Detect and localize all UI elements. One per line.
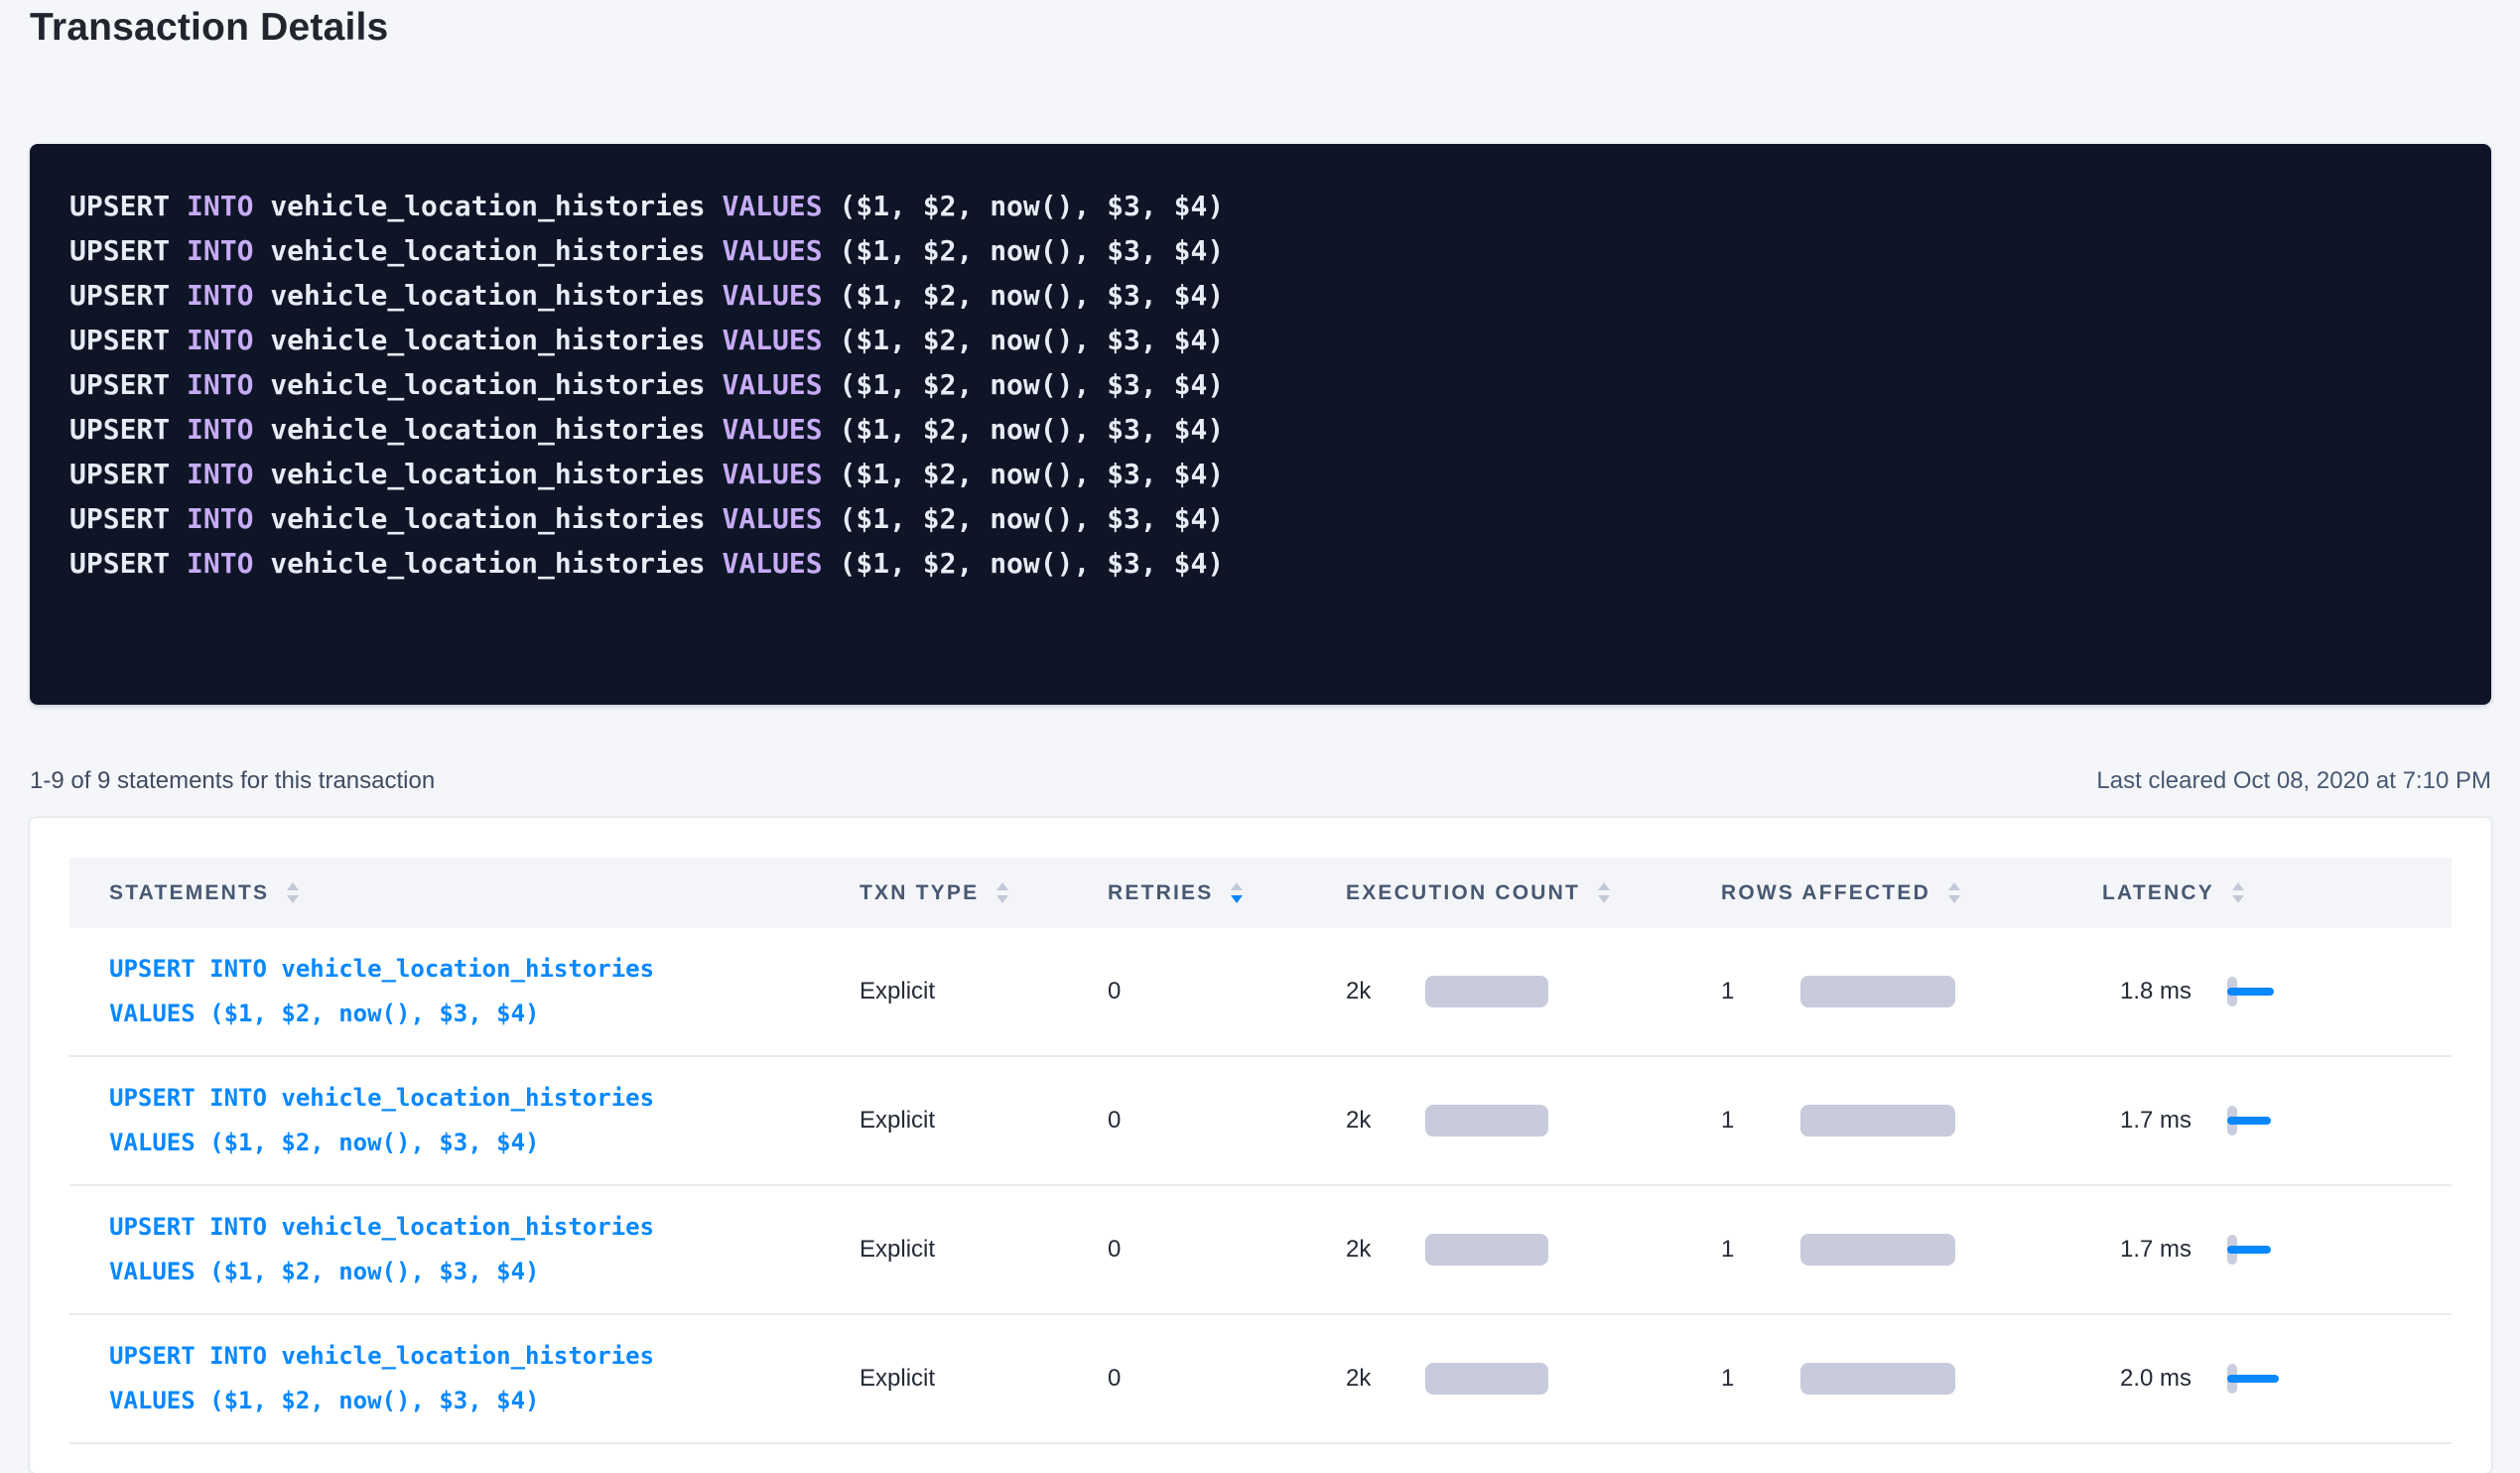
statement-link[interactable]: UPSERT INTO vehicle_location_historiesVA… [109, 1205, 654, 1294]
latency-bar [2227, 1375, 2279, 1383]
txn-type-value: Explicit [860, 977, 935, 1006]
transaction-details-page: Transaction Details UPSERT INTO vehicle_… [0, 4, 2520, 1473]
column-label: STATEMENTS [109, 881, 269, 905]
sort-icons [996, 882, 1008, 903]
sort-down-icon [996, 895, 1008, 903]
sql-statements-box: UPSERT INTO vehicle_location_histories V… [30, 144, 2491, 705]
txn-type-value: Explicit [860, 1106, 935, 1136]
sort-icons [2232, 882, 2244, 903]
statements-table-card: STATEMENTS TXN TYPE RETRIES EXECUTION COUNT… [30, 818, 2491, 1473]
table-body: UPSERT INTO vehicle_location_historiesVA… [69, 928, 2452, 1444]
latency-bar-chart [2227, 973, 2297, 1010]
sort-up-icon [996, 882, 1008, 890]
column-label: EXECUTION COUNT [1346, 881, 1580, 905]
column-label: RETRIES [1108, 881, 1213, 905]
sort-down-icon [1948, 895, 1960, 903]
table-row: UPSERT INTO vehicle_location_historiesVA… [69, 1186, 2452, 1315]
last-cleared-timestamp: Last cleared Oct 08, 2020 at 7:10 PM [2096, 766, 2491, 796]
sql-statement-line: UPSERT INTO vehicle_location_histories V… [69, 407, 2452, 452]
table-row: UPSERT INTO vehicle_location_historiesVA… [69, 1057, 2452, 1186]
sort-down-icon [1231, 895, 1243, 903]
column-header-txn-type[interactable]: TXN TYPE [860, 881, 1108, 905]
column-header-execution-count[interactable]: EXECUTION COUNT [1346, 881, 1721, 905]
rows-affected-value: 1 [1721, 977, 1800, 1006]
rows-affected-value: 1 [1721, 1235, 1800, 1265]
sort-up-icon [287, 882, 299, 890]
latency-value: 1.8 ms [2102, 977, 2227, 1006]
statement-link[interactable]: UPSERT INTO vehicle_location_historiesVA… [109, 1076, 654, 1165]
rows-affected-bar [1800, 1363, 1955, 1395]
sql-statement-line: UPSERT INTO vehicle_location_histories V… [69, 541, 2452, 586]
execution-count-value: 2k [1346, 977, 1425, 1006]
latency-value: 2.0 ms [2102, 1364, 2227, 1394]
sql-statement-line: UPSERT INTO vehicle_location_histories V… [69, 452, 2452, 496]
sql-statement-line: UPSERT INTO vehicle_location_histories V… [69, 228, 2452, 273]
latency-bar-chart [2227, 1360, 2297, 1398]
rows-affected-value: 1 [1721, 1106, 1800, 1136]
sort-icons [287, 882, 299, 903]
execution-count-bar [1425, 976, 1548, 1007]
latency-value: 1.7 ms [2102, 1106, 2227, 1136]
column-header-rows-affected[interactable]: ROWS AFFECTED [1721, 881, 2102, 905]
latency-bar [2227, 1117, 2271, 1125]
execution-count-value: 2k [1346, 1106, 1425, 1136]
column-label: LATENCY [2102, 881, 2214, 905]
execution-count-value: 2k [1346, 1235, 1425, 1265]
sort-up-icon [1231, 882, 1243, 890]
rows-affected-bar [1800, 1234, 1955, 1266]
execution-count-bar [1425, 1105, 1548, 1137]
rows-affected-bar [1800, 976, 1955, 1007]
statement-link[interactable]: UPSERT INTO vehicle_location_historiesVA… [109, 947, 654, 1036]
latency-bar-chart [2227, 1231, 2297, 1269]
table-row: UPSERT INTO vehicle_location_historiesVA… [69, 1315, 2452, 1444]
latency-bar [2227, 1246, 2271, 1254]
execution-count-bar [1425, 1363, 1548, 1395]
execution-count-bar [1425, 1234, 1548, 1266]
sort-icons [1231, 882, 1243, 903]
page-title: Transaction Details [30, 4, 2491, 52]
column-header-retries[interactable]: RETRIES [1108, 881, 1346, 905]
sql-statement-line: UPSERT INTO vehicle_location_histories V… [69, 318, 2452, 362]
rows-affected-bar [1800, 1105, 1955, 1137]
execution-count-value: 2k [1346, 1364, 1425, 1394]
retries-value: 0 [1108, 1364, 1121, 1394]
sort-down-icon [287, 895, 299, 903]
latency-bar [2227, 988, 2274, 996]
column-label: TXN TYPE [860, 881, 979, 905]
sort-up-icon [2232, 882, 2244, 890]
retries-value: 0 [1108, 1235, 1121, 1265]
sort-down-icon [1598, 895, 1610, 903]
rows-affected-value: 1 [1721, 1364, 1800, 1394]
sort-up-icon [1948, 882, 1960, 890]
statements-summary: 1-9 of 9 statements for this transaction [30, 766, 435, 796]
sort-down-icon [2232, 895, 2244, 903]
table-header: STATEMENTS TXN TYPE RETRIES EXECUTION COUNT… [69, 858, 2452, 928]
statement-link[interactable]: UPSERT INTO vehicle_location_historiesVA… [109, 1334, 654, 1423]
sort-icons [1598, 882, 1610, 903]
sql-statement-line: UPSERT INTO vehicle_location_histories V… [69, 273, 2452, 318]
column-header-statements[interactable]: STATEMENTS [109, 881, 860, 905]
sort-up-icon [1598, 882, 1610, 890]
sql-statement-line: UPSERT INTO vehicle_location_histories V… [69, 496, 2452, 541]
txn-type-value: Explicit [860, 1364, 935, 1394]
latency-value: 1.7 ms [2102, 1235, 2227, 1265]
retries-value: 0 [1108, 977, 1121, 1006]
sort-icons [1948, 882, 1960, 903]
sql-statement-line: UPSERT INTO vehicle_location_histories V… [69, 362, 2452, 407]
sql-statement-line: UPSERT INTO vehicle_location_histories V… [69, 184, 2452, 228]
txn-type-value: Explicit [860, 1235, 935, 1265]
retries-value: 0 [1108, 1106, 1121, 1136]
column-label: ROWS AFFECTED [1721, 881, 1930, 905]
latency-bar-chart [2227, 1102, 2297, 1139]
table-meta-row: 1-9 of 9 statements for this transaction… [30, 766, 2491, 796]
column-header-latency[interactable]: LATENCY [2102, 881, 2452, 905]
table-row: UPSERT INTO vehicle_location_historiesVA… [69, 928, 2452, 1057]
